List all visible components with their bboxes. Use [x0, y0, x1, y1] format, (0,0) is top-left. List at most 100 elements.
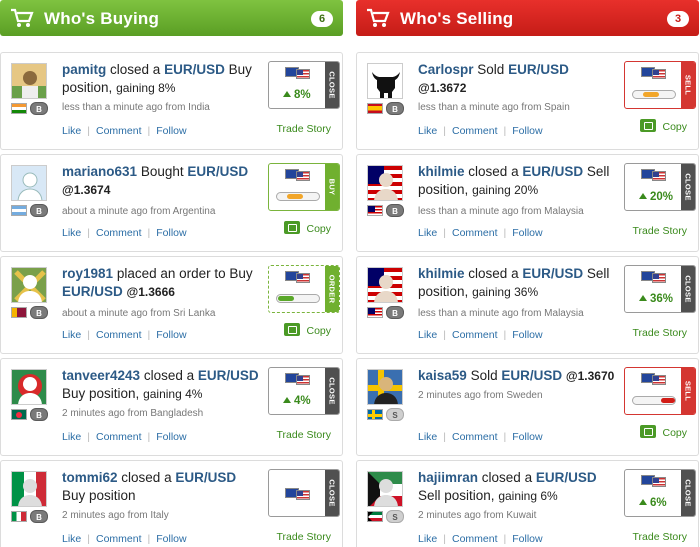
copy-button[interactable]: Copy — [640, 425, 687, 439]
comment-link[interactable]: Comment — [452, 227, 498, 239]
instrument-link[interactable]: EUR/USD — [62, 284, 123, 299]
rank-badge: B — [30, 102, 48, 115]
avatar[interactable] — [367, 165, 403, 201]
avatar[interactable] — [11, 369, 47, 405]
follow-link[interactable]: Follow — [512, 533, 542, 545]
comment-link[interactable]: Comment — [452, 125, 498, 137]
username-link[interactable]: roy1981 — [62, 266, 113, 281]
like-link[interactable]: Like — [62, 227, 81, 239]
eur-usd-flags-icon — [641, 67, 669, 79]
trade-story-link[interactable]: Trade Story — [277, 531, 331, 543]
activity-text: tanveer4243 closed a EUR/USD Buy positio… — [62, 368, 259, 401]
like-link[interactable]: Like — [62, 431, 81, 443]
instrument-link[interactable]: EUR/USD — [522, 164, 583, 179]
trade-box[interactable]: BUY — [268, 163, 340, 211]
activity-text: pamitg closed a EUR/USD Buy position, ga… — [62, 62, 252, 95]
kuwait-flag-icon — [367, 511, 383, 522]
instrument-link[interactable]: EUR/USD — [187, 164, 248, 179]
avatar[interactable] — [367, 267, 403, 303]
follow-link[interactable]: Follow — [512, 431, 542, 443]
instrument-link[interactable]: EUR/USD — [508, 62, 569, 77]
comment-link[interactable]: Comment — [96, 329, 142, 341]
avatar[interactable] — [11, 165, 47, 201]
username-link[interactable]: khilmie — [418, 266, 465, 281]
like-link[interactable]: Like — [62, 533, 81, 545]
username-link[interactable]: pamitg — [62, 62, 106, 77]
position-bar — [276, 294, 320, 303]
username-link[interactable]: tommi62 — [62, 470, 118, 485]
instrument-link[interactable]: EUR/USD — [501, 368, 562, 383]
trade-story-link[interactable]: Trade Story — [633, 225, 687, 237]
comment-link[interactable]: Comment — [96, 431, 142, 443]
username-link[interactable]: khilmie — [418, 164, 465, 179]
like-link[interactable]: Like — [418, 125, 437, 137]
instrument-link[interactable]: EUR/USD — [198, 368, 259, 383]
instrument-link[interactable]: EUR/USD — [164, 62, 225, 77]
trade-story-link[interactable]: Trade Story — [633, 531, 687, 543]
copy-button[interactable]: Copy — [284, 323, 331, 337]
like-link[interactable]: Like — [418, 227, 437, 239]
activity-text: mariano631 Bought EUR/USD @1.3674 — [62, 164, 249, 197]
comment-link[interactable]: Comment — [452, 329, 498, 341]
trade-box[interactable]: 8% CLOSE — [268, 61, 340, 109]
avatar[interactable] — [367, 471, 403, 507]
copy-button[interactable]: Copy — [284, 221, 331, 235]
trade-box[interactable]: SELL — [624, 61, 696, 109]
follow-link[interactable]: Follow — [512, 227, 542, 239]
follow-link[interactable]: Follow — [156, 227, 186, 239]
whos-selling-header[interactable]: Who's Selling 3 — [356, 0, 699, 36]
trade-story-link[interactable]: Trade Story — [633, 327, 687, 339]
avatar[interactable] — [367, 369, 403, 405]
follow-link[interactable]: Follow — [512, 329, 542, 341]
trade-box[interactable]: 20% CLOSE — [624, 163, 696, 211]
eur-usd-flags-icon — [641, 475, 669, 487]
trade-story-link[interactable]: Trade Story — [277, 429, 331, 441]
avatar[interactable] — [11, 267, 47, 303]
comment-link[interactable]: Comment — [452, 533, 498, 545]
username-link[interactable]: mariano631 — [62, 164, 137, 179]
activity-actions: Like | Comment | Follow — [418, 533, 543, 545]
follow-link[interactable]: Follow — [156, 125, 186, 137]
comment-link[interactable]: Comment — [96, 227, 142, 239]
copy-icon — [640, 425, 657, 438]
trade-story-link[interactable]: Trade Story — [277, 123, 331, 135]
position-bar — [632, 396, 676, 405]
activity-text: kaisa59 Sold EUR/USD @1.3670 — [418, 368, 615, 383]
follow-link[interactable]: Follow — [512, 125, 542, 137]
username-link[interactable]: tanveer4243 — [62, 368, 140, 383]
avatar[interactable] — [367, 63, 403, 99]
selling-count-badge: 3 — [667, 11, 689, 27]
activity-timestamp: 2 minutes ago from Italy — [62, 510, 169, 521]
instrument-link[interactable]: EUR/USD — [522, 266, 583, 281]
trade-box[interactable]: SELL — [624, 367, 696, 415]
whos-buying-header[interactable]: Who's Buying 6 — [0, 0, 343, 36]
follow-link[interactable]: Follow — [156, 533, 186, 545]
buy-tag: BUY — [325, 164, 339, 210]
follow-link[interactable]: Follow — [156, 329, 186, 341]
instrument-link[interactable]: EUR/USD — [536, 470, 597, 485]
like-link[interactable]: Like — [62, 329, 81, 341]
comment-link[interactable]: Comment — [452, 431, 498, 443]
copy-icon — [284, 221, 301, 234]
trade-box[interactable]: ORDER — [268, 265, 340, 313]
copy-button[interactable]: Copy — [640, 119, 687, 133]
like-link[interactable]: Like — [418, 533, 437, 545]
username-link[interactable]: hajiimran — [418, 470, 478, 485]
trade-box[interactable]: 6% CLOSE — [624, 469, 696, 517]
follow-link[interactable]: Follow — [156, 431, 186, 443]
like-link[interactable]: Like — [418, 431, 437, 443]
trade-box[interactable]: CLOSE — [268, 469, 340, 517]
trade-box[interactable]: 36% CLOSE — [624, 265, 696, 313]
avatar[interactable] — [11, 471, 47, 507]
username-link[interactable]: Carlospr — [418, 62, 474, 77]
comment-link[interactable]: Comment — [96, 533, 142, 545]
comment-link[interactable]: Comment — [96, 125, 142, 137]
username-link[interactable]: kaisa59 — [418, 368, 467, 383]
activity-card: B Carlospr Sold EUR/USD @1.3672 less tha… — [356, 52, 699, 150]
like-link[interactable]: Like — [62, 125, 81, 137]
instrument-link[interactable]: EUR/USD — [175, 470, 236, 485]
trade-box[interactable]: 4% CLOSE — [268, 367, 340, 415]
avatar[interactable] — [11, 63, 47, 99]
activity-actions: Like | Comment | Follow — [62, 125, 187, 137]
like-link[interactable]: Like — [418, 329, 437, 341]
